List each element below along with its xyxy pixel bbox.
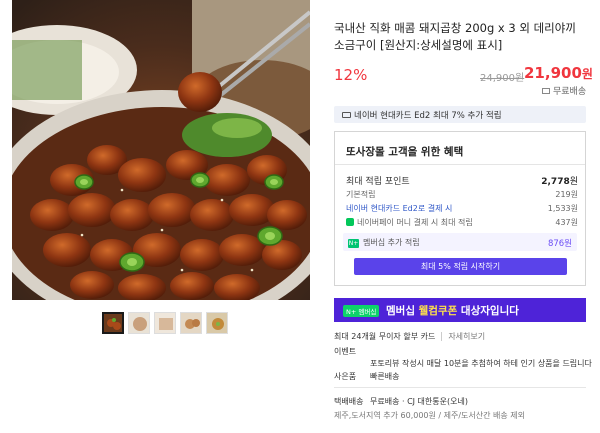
card-promo-banner[interactable]: 네이버 현대카드 Ed2 최대 7% 추가 적립	[334, 106, 586, 123]
thumbnail-3[interactable]	[154, 312, 176, 334]
delivery-label: 택배배송	[334, 397, 364, 406]
main-product-image[interactable]	[12, 0, 310, 300]
discount-rate: 12%	[334, 66, 368, 84]
membership-start-label: 최대 5% 적립 시작하기	[420, 262, 501, 271]
product-title: 국내산 직화 매콤 돼지곱창 200g x 3 외 데리야끼 소금구이 [원산지…	[334, 21, 576, 52]
gift-label: 사은품	[334, 372, 357, 381]
thumbnail-strip	[102, 312, 228, 334]
truck-icon	[542, 88, 550, 94]
installment-more-link[interactable]: 자세히보기	[441, 332, 486, 341]
basic-points-row: 기본적립 219원	[346, 189, 578, 200]
basic-points-label: 기본적립	[346, 190, 376, 199]
product-detail-panel: 국내산 직화 매콤 돼지곱창 200g x 3 외 데리야끼 소금구이 [원산지…	[334, 0, 600, 433]
npay-points-label: 네이버페이 머니 결제 시 최대 적립	[357, 218, 473, 227]
sale-price: 21,900원	[524, 64, 593, 82]
naver-pay-icon	[346, 218, 354, 226]
welcome-coupon-banner[interactable]: N+ 멤버십 멤버십 웰컴쿠폰 대상자입니다	[334, 298, 586, 322]
delivery-extra-info: 제주,도서지역 추가 60,000원 / 제주/도서산간 배송 제외	[334, 411, 526, 420]
max-points-label: 최대 적립 포인트	[346, 177, 410, 187]
membership-value: 876원	[547, 239, 572, 249]
membership-label: 멤버십 추가 적립	[363, 238, 420, 247]
credit-card-icon	[342, 112, 351, 118]
product-gallery	[0, 0, 318, 433]
card-points-row: 네이버 현대카드 Ed2로 결제 시 1,533원	[346, 203, 578, 214]
basic-points-value: 219원	[555, 190, 578, 199]
sale-price-amount: 21,900	[524, 64, 582, 82]
thumbnail-1[interactable]	[102, 312, 124, 334]
sale-price-unit: 원	[581, 67, 593, 81]
membership-logo: N+ 멤버십	[343, 305, 380, 317]
divider	[335, 164, 585, 165]
thumbnail-5[interactable]	[206, 312, 228, 334]
shipping-info: 무료배송	[542, 84, 586, 97]
membership-points-row: N+ 멤버십 추가 적립 876원	[343, 233, 577, 251]
card-points-value: 1,533원	[547, 204, 578, 213]
shipping-label: 무료배송	[553, 87, 587, 97]
coupon-text: 멤버십 웰컴쿠폰 대상자입니다	[386, 305, 519, 317]
membership-start-button[interactable]: 최대 5% 적립 시작하기	[354, 258, 567, 275]
max-points-row: 최대 적립 포인트 2,778원	[346, 174, 578, 187]
event-text: 포토리뷰 작성시 매달 10분을 추첨하여 하테 인기 상품을 드립니다	[370, 359, 592, 368]
installment-text: 최대 24개월 무이자 할부 카드	[334, 332, 436, 341]
benefit-title: 또사장몰 고객을 위한 혜택	[346, 146, 464, 158]
card-promo-text: 네이버 현대카드 Ed2 최대 7% 추가 적립	[354, 111, 502, 121]
card-points-link[interactable]: 네이버 현대카드 Ed2로 결제 시	[346, 204, 452, 213]
original-price: 24,900원	[480, 73, 525, 84]
benefit-box: 또사장몰 고객을 위한 혜택 최대 적립 포인트 2,778원 기본적립 219…	[334, 131, 586, 286]
delivery-text: 무료배송 · CJ 대한통운(오네)	[370, 397, 468, 406]
thumbnail-4[interactable]	[180, 312, 202, 334]
installment-info: 최대 24개월 무이자 할부 카드 자세히보기	[334, 331, 486, 342]
event-label: 이벤트	[334, 347, 357, 356]
divider	[334, 387, 586, 388]
npay-points-value: 437원	[555, 218, 578, 227]
npay-points-row: 네이버페이 머니 결제 시 최대 적립 437원	[346, 217, 578, 228]
thumbnail-2[interactable]	[128, 312, 150, 334]
gift-text: 빠른배송	[370, 372, 400, 381]
max-points-value: 2,778원	[541, 177, 578, 187]
membership-badge: N+	[348, 239, 359, 248]
